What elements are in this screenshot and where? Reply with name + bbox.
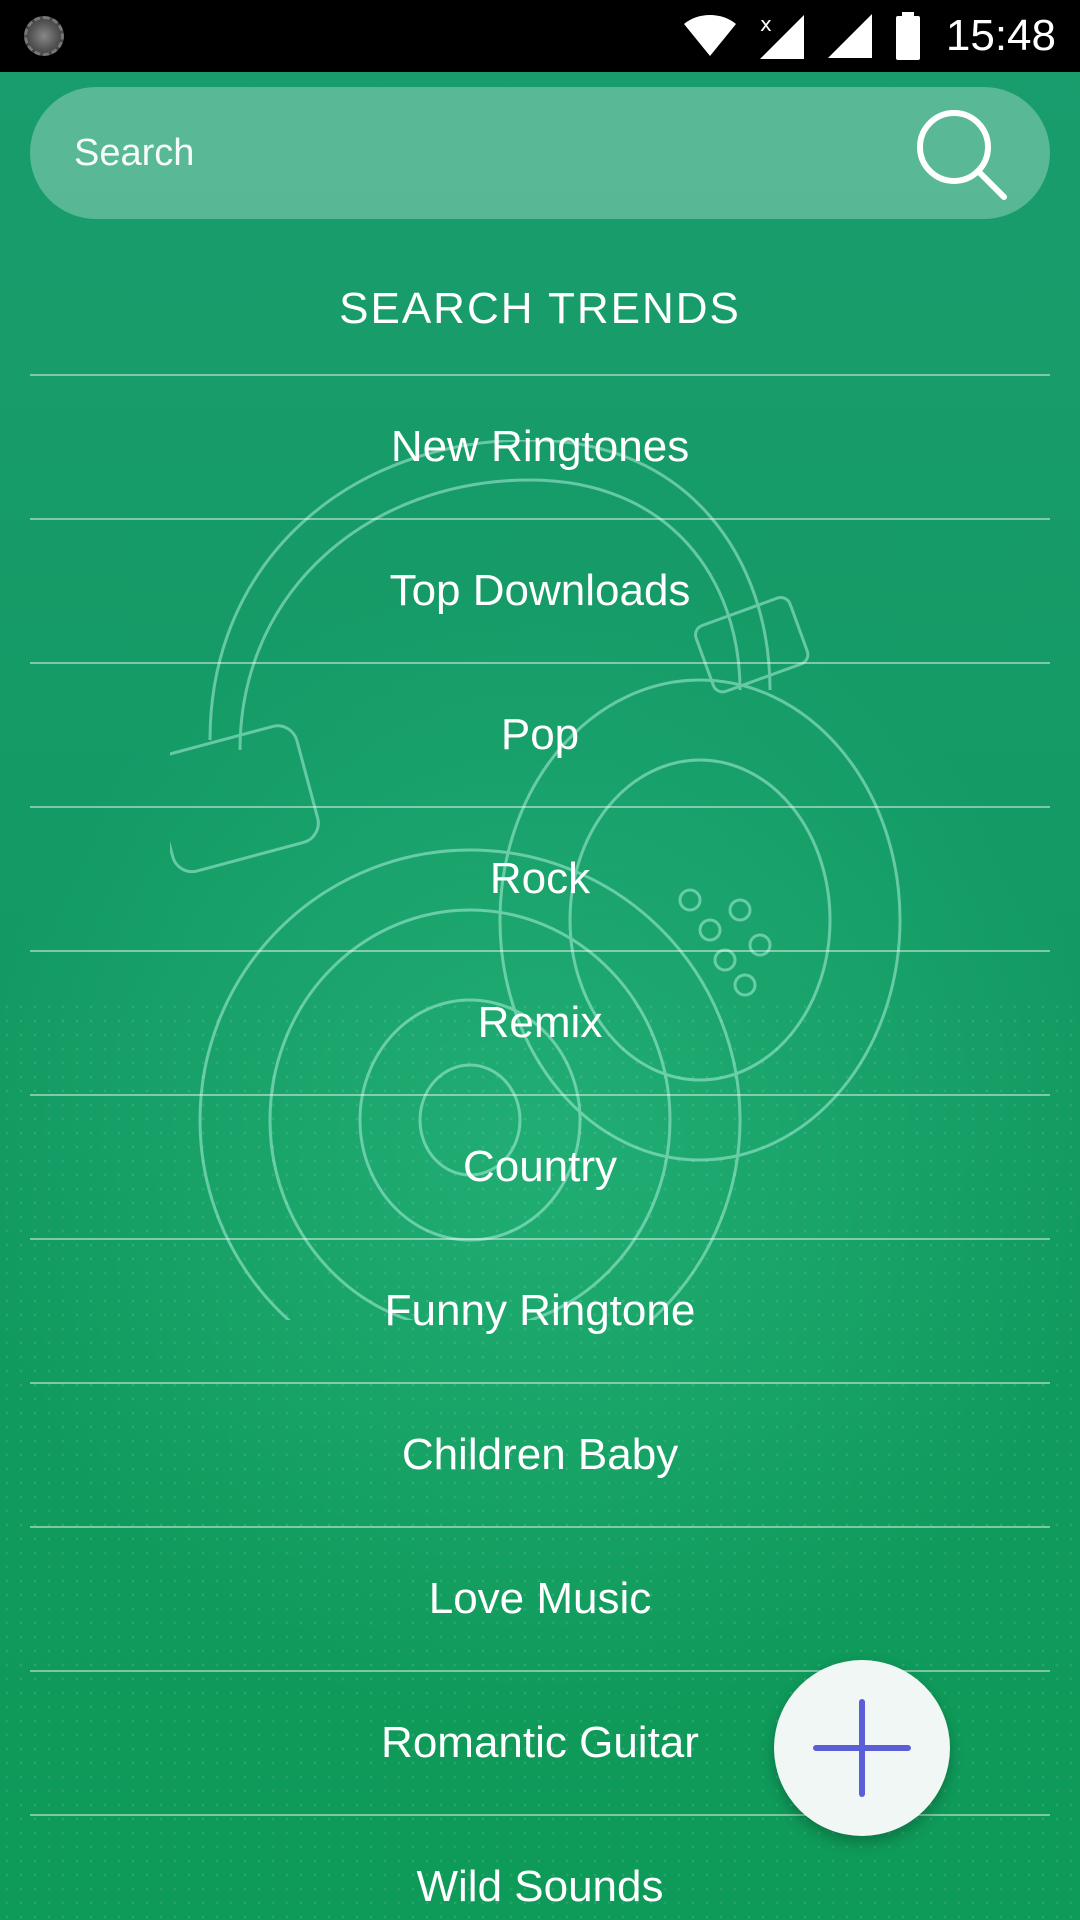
plus-icon — [813, 1699, 911, 1797]
trend-item-funny-ringtone[interactable]: Funny Ringtone — [30, 1240, 1050, 1384]
trend-item-country[interactable]: Country — [30, 1096, 1050, 1240]
wifi-icon — [682, 14, 738, 58]
add-button[interactable] — [774, 1660, 950, 1836]
search-icon — [917, 110, 1007, 200]
trend-item-children-baby[interactable]: Children Baby — [30, 1384, 1050, 1528]
svg-text:x: x — [760, 12, 772, 36]
trend-item-rock[interactable]: Rock — [30, 808, 1050, 952]
app-notification-icon — [24, 16, 64, 56]
app-screen: x 15:48 SEARCH TRENDS — [0, 0, 1080, 1920]
trend-item-love-music[interactable]: Love Music — [30, 1528, 1050, 1672]
trend-item-new-ringtones[interactable]: New Ringtones — [30, 376, 1050, 520]
trend-item-remix[interactable]: Remix — [30, 952, 1050, 1096]
trend-item-pop[interactable]: Pop — [30, 664, 1050, 808]
search-trends-title: SEARCH TRENDS — [339, 284, 741, 333]
trend-item-wild-sounds[interactable]: Wild Sounds — [30, 1816, 1050, 1920]
search-input[interactable] — [74, 113, 910, 193]
search-bar — [30, 87, 1050, 219]
status-clock: 15:48 — [945, 11, 1056, 60]
trend-item-top-downloads[interactable]: Top Downloads — [30, 520, 1050, 664]
status-bar: x 15:48 — [0, 0, 1080, 72]
battery-icon — [894, 12, 922, 60]
search-button[interactable] — [910, 103, 1010, 203]
signal-icon — [826, 12, 876, 60]
signal-no-data-icon: x — [756, 11, 808, 61]
